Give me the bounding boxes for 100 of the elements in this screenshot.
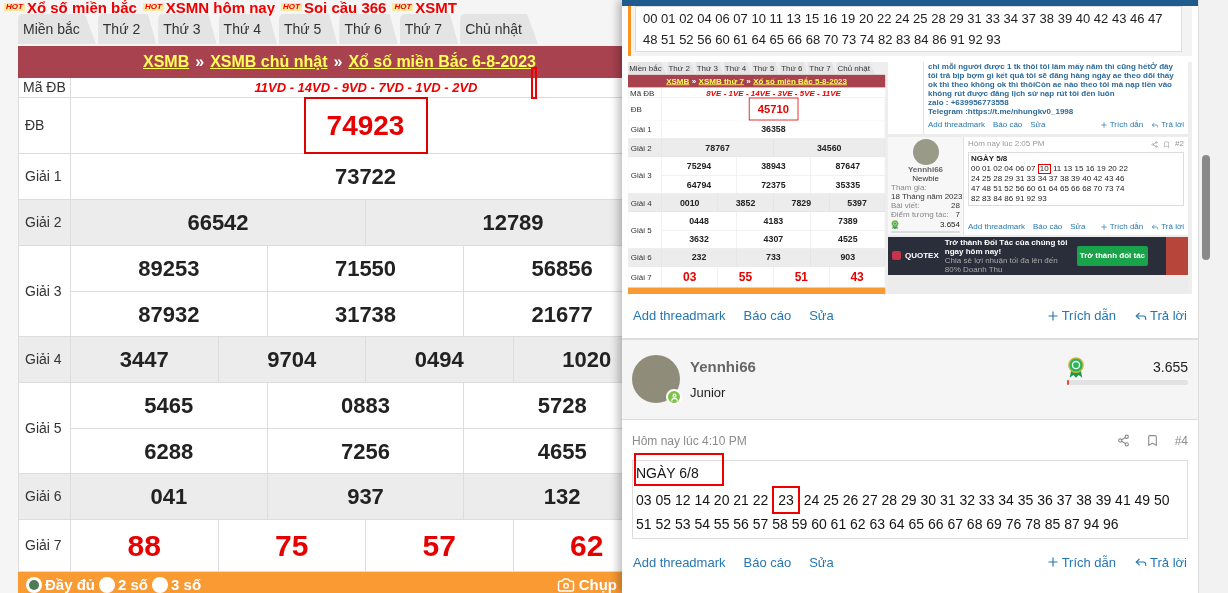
- post-action-link[interactable]: Add threadmark: [633, 552, 726, 572]
- prize-number: 7829: [791, 196, 812, 210]
- radio-button[interactable]: [26, 577, 42, 593]
- user-role: Junior: [690, 384, 727, 402]
- reply-button[interactable]: Trả lời: [1151, 220, 1184, 233]
- post-action-link[interactable]: Sửa: [809, 552, 834, 572]
- plus-icon: [1045, 308, 1060, 323]
- row-label: Giải 1: [25, 167, 62, 186]
- bookmark-icon[interactable]: [1145, 434, 1159, 447]
- post-action-link[interactable]: Báo cáo: [992, 119, 1023, 131]
- post-action-link[interactable]: Add threadmark: [968, 220, 1025, 233]
- logo-icon: [892, 251, 901, 261]
- post-action-link[interactable]: Báo cáo: [743, 552, 792, 572]
- plus-icon: [1099, 121, 1108, 129]
- prize-number: 9704: [267, 346, 317, 374]
- prize-number: 72375: [761, 178, 786, 191]
- reply-button[interactable]: Trả lời: [1134, 552, 1187, 572]
- prize-number: 4525: [838, 233, 858, 246]
- scrollbar-thumb[interactable]: [1202, 155, 1210, 260]
- row-label: Giải 2: [25, 213, 62, 232]
- prize-number: 132: [543, 483, 581, 511]
- special-code: 11VD - 14VD - 9VD - 7VD - 1VD - 2VD: [254, 78, 478, 97]
- day-tab[interactable]: Thứ 7: [808, 62, 836, 74]
- day-tab[interactable]: Thứ 6: [779, 62, 808, 74]
- prize-number: 1020: [562, 346, 612, 374]
- post-time: Hôm nay lúc 4:10 PM: [632, 432, 747, 450]
- hot-link[interactable]: HOT XSMN hôm nay: [142, 0, 275, 15]
- row-label: Giải 5: [630, 224, 652, 236]
- breadcrumb-link[interactable]: Xổ số miền Bắc 5-8-2023: [753, 75, 847, 88]
- share-icon[interactable]: [1151, 140, 1159, 148]
- post-action-link[interactable]: Add threadmark: [633, 306, 726, 326]
- ad-button[interactable]: Trở thành đối tác: [1076, 245, 1149, 266]
- prize-number: 75294: [686, 160, 712, 173]
- breadcrumb-link[interactable]: XSMB: [143, 50, 190, 74]
- radio-button[interactable]: [99, 577, 115, 593]
- day-tab[interactable]: Thứ 5: [751, 62, 780, 74]
- post-action-link[interactable]: Sửa: [809, 306, 834, 326]
- day-tab[interactable]: Thứ 6: [339, 14, 398, 44]
- radio-button[interactable]: [152, 577, 169, 593]
- quote-button[interactable]: Trích dẫn: [1045, 552, 1117, 572]
- prize-number: 4307: [763, 233, 784, 246]
- prize-number: 35335: [835, 178, 861, 191]
- prize-number: 5397: [847, 196, 867, 210]
- post-action-link[interactable]: Add threadmark: [928, 119, 985, 131]
- prize-number: 87647: [835, 160, 861, 173]
- row-label: Giải 3: [630, 169, 652, 182]
- day-tab[interactable]: Chủ nhật: [460, 14, 538, 44]
- ad-headline: Trở thành Đối Tác của chúng tôi ngay hôm nay!: [944, 237, 1069, 256]
- prize-number: 51: [794, 269, 808, 286]
- day-tab[interactable]: Thứ 4: [723, 62, 751, 74]
- share-icon[interactable]: [1116, 434, 1130, 447]
- prize-number: 5728: [537, 392, 587, 420]
- day-tab[interactable]: Miền bắc: [18, 14, 96, 44]
- highlighted-number: 10: [1037, 164, 1051, 174]
- prize-number: 0448: [689, 215, 709, 228]
- row-label: Giải 4: [25, 350, 62, 369]
- reply-button[interactable]: Trả lời: [1134, 306, 1187, 326]
- breadcrumb-link[interactable]: XSMB: [666, 75, 690, 88]
- post-number: #2: [1175, 138, 1184, 150]
- hot-link[interactable]: HOT Soi cầu 366: [281, 0, 387, 15]
- quote-button[interactable]: Trích dẫn: [1045, 306, 1117, 326]
- day-tab[interactable]: Thứ 7: [399, 14, 459, 44]
- breadcrumb-link[interactable]: XSMB thứ 7: [698, 75, 744, 88]
- day-tab[interactable]: Thứ 2: [667, 62, 695, 74]
- number-sequence: 24 25 28 29 31 33 34: [971, 174, 1047, 183]
- user-role: Newbie: [911, 174, 940, 183]
- prize-number: 74923: [326, 108, 405, 143]
- reply-button[interactable]: Trả lời: [1151, 119, 1184, 131]
- prize-number: 4183: [763, 215, 784, 228]
- prize-number: 7389: [838, 215, 858, 228]
- prize-number: 38943: [761, 160, 786, 173]
- day-tab[interactable]: Thứ 3: [695, 62, 723, 74]
- post-action-link[interactable]: Báo cáo: [1032, 220, 1063, 233]
- prize-number: 903: [840, 251, 856, 264]
- user-name[interactable]: Yennhi66: [690, 355, 756, 378]
- bookmark-icon[interactable]: [1163, 140, 1171, 148]
- breadcrumb-link[interactable]: XSMB chủ nhật: [210, 50, 328, 74]
- quote-button[interactable]: Trích dẫn: [1099, 119, 1144, 131]
- contact-line: Telegram :https://t.me/nhungkv0_1998: [928, 107, 1075, 116]
- prize-number: 45710: [757, 101, 789, 117]
- post-action-link[interactable]: Sửa: [1070, 220, 1086, 233]
- contact-line: zalo : +639956773558: [928, 98, 1010, 107]
- hot-link[interactable]: HOT XSMT: [392, 0, 457, 15]
- post-action-link[interactable]: Sửa: [1030, 119, 1046, 131]
- row-label: Giải 6: [630, 252, 652, 264]
- prize-number: 5465: [144, 392, 194, 420]
- breadcrumb-separator: »: [333, 52, 343, 72]
- quote-button[interactable]: Trích dẫn: [1099, 220, 1144, 233]
- day-tab[interactable]: Miền bắc: [628, 62, 667, 74]
- day-tab[interactable]: Thứ 3: [158, 14, 217, 44]
- radio-label: Đầy đủ: [45, 574, 95, 593]
- day-tab[interactable]: Thứ 2: [97, 14, 157, 44]
- row-label: Giải 7: [25, 536, 62, 555]
- day-tab[interactable]: Chủ nhật: [836, 62, 875, 74]
- post-action-link[interactable]: Báo cáo: [743, 306, 792, 326]
- post-number: #4: [1174, 432, 1188, 450]
- day-tab[interactable]: Thứ 5: [279, 14, 338, 44]
- row-label: Giải 7: [630, 271, 652, 283]
- prize-number: 937: [347, 483, 384, 511]
- breadcrumb-link[interactable]: Xổ số miền Bắc 6-8-2023: [348, 50, 536, 74]
